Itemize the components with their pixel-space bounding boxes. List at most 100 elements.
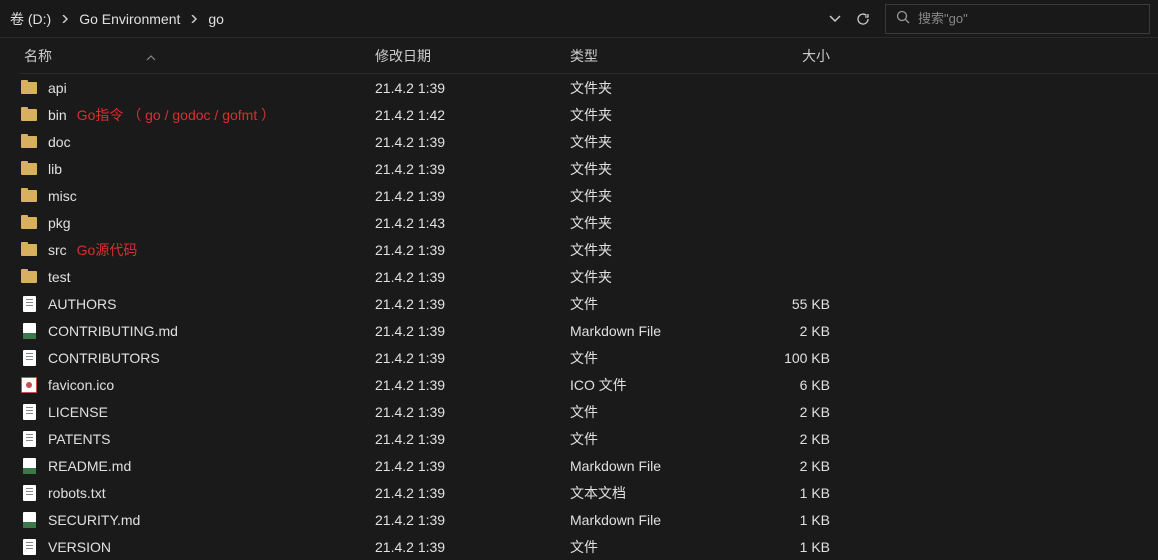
md-icon: [20, 511, 38, 529]
file-name-cell: README.md: [20, 457, 375, 475]
file-annotation: Go指令 （ go / godoc / gofmt ）: [77, 105, 275, 125]
file-name-cell: robots.txt: [20, 484, 375, 502]
folder-icon: [20, 241, 38, 259]
file-name-label: doc: [48, 134, 71, 150]
doc-icon: [20, 430, 38, 448]
file-date-cell: 21.4.2 1:43: [375, 215, 570, 231]
column-header-type[interactable]: 类型: [570, 46, 740, 66]
file-name-cell: CONTRIBUTORS: [20, 349, 375, 367]
file-row[interactable]: VERSION21.4.2 1:39文件1 KB: [20, 533, 1158, 560]
file-size-cell: 2 KB: [740, 431, 840, 447]
file-type-cell: Markdown File: [570, 323, 740, 339]
file-type-cell: 文件夹: [570, 267, 740, 287]
breadcrumb-item[interactable]: go: [204, 7, 228, 31]
file-row[interactable]: api 21.4.2 1:39文件夹: [20, 74, 1158, 101]
file-name-cell: pkg: [20, 214, 375, 232]
file-name-label: lib: [48, 161, 62, 177]
history-dropdown-button[interactable]: [821, 5, 849, 33]
file-date-cell: 21.4.2 1:39: [375, 269, 570, 285]
folder-icon: [20, 160, 38, 178]
file-row[interactable]: PATENTS21.4.2 1:39文件2 KB: [20, 425, 1158, 452]
file-name-label: favicon.ico: [48, 377, 114, 393]
file-type-cell: 文件: [570, 402, 740, 422]
file-size-cell: 1 KB: [740, 539, 840, 555]
file-name-label: CONTRIBUTING.md: [48, 323, 178, 339]
file-type-cell: ICO 文件: [570, 375, 740, 395]
file-name-cell: favicon.ico: [20, 376, 375, 394]
file-name-cell: AUTHORS: [20, 295, 375, 313]
file-row[interactable]: srcGo源代码21.4.2 1:39文件夹: [20, 236, 1158, 263]
file-type-cell: 文本文档: [570, 483, 740, 503]
file-name-label: bin: [48, 107, 67, 123]
file-row[interactable]: favicon.ico21.4.2 1:39ICO 文件6 KB: [20, 371, 1158, 398]
file-list: api21.4.2 1:39文件夹binGo指令 （ go / godoc / …: [20, 74, 1158, 560]
chevron-right-icon: [55, 12, 75, 26]
file-row[interactable]: doc21.4.2 1:39文件夹: [20, 128, 1158, 155]
file-name-cell: bin Go指令 （ go / godoc / gofmt ）: [20, 105, 375, 125]
folder-icon: [20, 133, 38, 151]
search-input[interactable]: [918, 11, 1139, 26]
file-row[interactable]: lib21.4.2 1:39文件夹: [20, 155, 1158, 182]
file-type-cell: 文件夹: [570, 78, 740, 98]
search-icon: [896, 10, 910, 27]
file-type-cell: 文件: [570, 429, 740, 449]
file-row[interactable]: misc21.4.2 1:39文件夹: [20, 182, 1158, 209]
file-row[interactable]: test21.4.2 1:39文件夹: [20, 263, 1158, 290]
file-row[interactable]: AUTHORS21.4.2 1:39文件55 KB: [20, 290, 1158, 317]
file-type-cell: 文件: [570, 294, 740, 314]
breadcrumb-item[interactable]: 卷 (D:): [6, 5, 55, 33]
file-name-label: LICENSE: [48, 404, 108, 420]
file-type-cell: 文件夹: [570, 159, 740, 179]
file-type-cell: Markdown File: [570, 512, 740, 528]
file-type-cell: 文件夹: [570, 105, 740, 125]
column-header-size[interactable]: 大小: [740, 46, 840, 66]
file-date-cell: 21.4.2 1:39: [375, 539, 570, 555]
breadcrumb-item[interactable]: Go Environment: [75, 7, 184, 31]
file-name-cell: LICENSE: [20, 403, 375, 421]
file-type-cell: 文件: [570, 348, 740, 368]
file-type-cell: 文件夹: [570, 186, 740, 206]
file-name-label: src: [48, 242, 67, 258]
file-type-cell: Markdown File: [570, 458, 740, 474]
search-box[interactable]: [885, 4, 1150, 34]
file-date-cell: 21.4.2 1:39: [375, 431, 570, 447]
md-icon: [20, 322, 38, 340]
file-date-cell: 21.4.2 1:42: [375, 107, 570, 123]
file-row[interactable]: robots.txt21.4.2 1:39文本文档1 KB: [20, 479, 1158, 506]
doc-icon: [20, 538, 38, 556]
file-date-cell: 21.4.2 1:39: [375, 296, 570, 312]
file-name-label: robots.txt: [48, 485, 106, 501]
file-row[interactable]: pkg 21.4.2 1:43文件夹: [20, 209, 1158, 236]
file-row[interactable]: SECURITY.md 21.4.2 1:39Markdown File1 KB: [20, 506, 1158, 533]
doc-icon: [20, 403, 38, 421]
folder-icon: [20, 106, 38, 124]
file-row[interactable]: README.md21.4.2 1:39Markdown File2 KB: [20, 452, 1158, 479]
file-row[interactable]: bin Go指令 （ go / godoc / gofmt ） 21.4.2 1:4…: [20, 101, 1158, 128]
file-date-cell: 21.4.2 1:39: [375, 512, 570, 528]
file-row[interactable]: LICENSE21.4.2 1:39文件2 KB: [20, 398, 1158, 425]
file-date-cell: 21.4.2 1:39: [375, 485, 570, 501]
file-name-label: pkg: [48, 215, 71, 231]
file-row[interactable]: CONTRIBUTORS21.4.2 1:39文件100 KB: [20, 344, 1158, 371]
column-header-name[interactable]: 名称: [20, 46, 375, 66]
folder-icon: [20, 187, 38, 205]
file-size-cell: 1 KB: [740, 512, 840, 528]
file-type-cell: 文件夹: [570, 213, 740, 233]
file-date-cell: 21.4.2 1:39: [375, 350, 570, 366]
column-header-date[interactable]: 修改日期: [375, 46, 570, 66]
file-date-cell: 21.4.2 1:39: [375, 458, 570, 474]
file-date-cell: 21.4.2 1:39: [375, 188, 570, 204]
file-name-label: api: [48, 80, 67, 96]
file-date-cell: 21.4.2 1:39: [375, 323, 570, 339]
breadcrumb-controls: [821, 5, 877, 33]
refresh-button[interactable]: [849, 5, 877, 33]
file-date-cell: 21.4.2 1:39: [375, 377, 570, 393]
file-size-cell: 2 KB: [740, 404, 840, 420]
file-row[interactable]: CONTRIBUTING.md21.4.2 1:39Markdown File2…: [20, 317, 1158, 344]
doc-icon: [20, 349, 38, 367]
file-name-cell: test: [20, 268, 375, 286]
file-type-cell: 文件夹: [570, 240, 740, 260]
file-name-cell: srcGo源代码: [20, 240, 375, 260]
file-name-label: SECURITY.md: [48, 512, 140, 528]
file-date-cell: 21.4.2 1:39: [375, 80, 570, 96]
